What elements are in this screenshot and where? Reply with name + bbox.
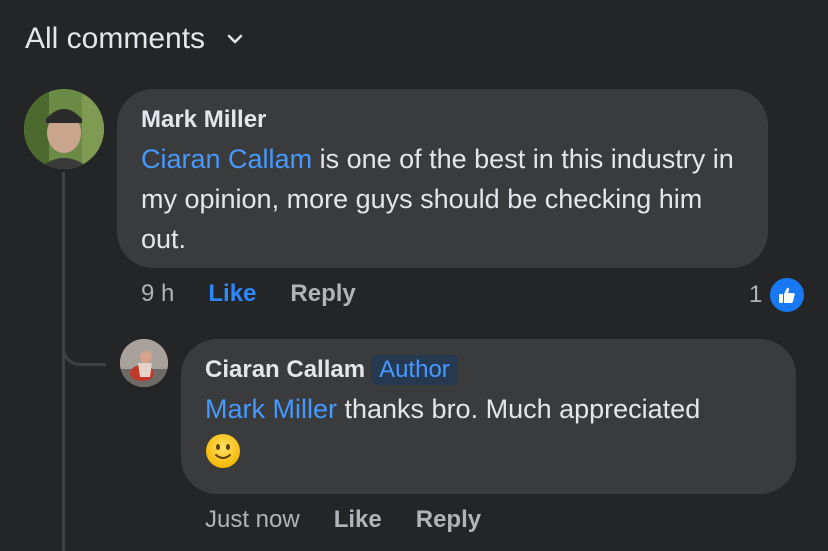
chevron-down-icon bbox=[227, 34, 243, 44]
like-button[interactable]: Like bbox=[334, 506, 382, 534]
reply-bubble: Ciaran Callam Author Mark Miller thanks b… bbox=[181, 339, 796, 494]
comment-bubble: Mark Miller Ciaran Callam is one of the … bbox=[117, 89, 768, 268]
filter-label: All comments bbox=[25, 22, 206, 55]
comment-author[interactable]: Mark Miller bbox=[141, 105, 744, 135]
author-badge: Author bbox=[371, 355, 458, 385]
thumbs-up-icon bbox=[768, 276, 807, 314]
reply-button[interactable]: Reply bbox=[416, 506, 481, 534]
comments-filter-dropdown[interactable]: All comments bbox=[25, 22, 245, 56]
comment-body: thanks bro. Much appreciated bbox=[337, 394, 701, 424]
reply-button[interactable]: Reply bbox=[290, 280, 355, 308]
mention-link[interactable]: Mark Miller bbox=[205, 394, 337, 424]
avatar[interactable] bbox=[120, 339, 168, 387]
reply-header: Ciaran Callam Author bbox=[205, 355, 772, 385]
comment-actions: 9 h Like Reply bbox=[141, 280, 390, 308]
comment-timestamp[interactable]: 9 h bbox=[141, 280, 174, 308]
comment-text: Ciaran Callam is one of the best in this… bbox=[141, 139, 744, 259]
mention-link[interactable]: Ciaran Callam bbox=[141, 144, 312, 174]
profile-photo-icon bbox=[24, 89, 104, 169]
avatar[interactable] bbox=[24, 89, 104, 169]
comment-timestamp[interactable]: Just now bbox=[205, 506, 300, 534]
comment-author[interactable]: Ciaran Callam bbox=[205, 356, 365, 383]
like-button[interactable]: Like bbox=[208, 280, 256, 308]
slightly-smiling-face-icon bbox=[205, 433, 772, 474]
thread-line bbox=[62, 172, 65, 551]
comment-actions: Just now Like Reply bbox=[205, 506, 515, 534]
comment-text: Mark Miller thanks bro. Much appreciated bbox=[205, 389, 772, 429]
reply-connector bbox=[62, 318, 106, 366]
reaction-count: 1 bbox=[749, 281, 763, 308]
reaction-summary[interactable]: 1 bbox=[749, 276, 807, 314]
profile-photo-icon bbox=[120, 339, 168, 387]
